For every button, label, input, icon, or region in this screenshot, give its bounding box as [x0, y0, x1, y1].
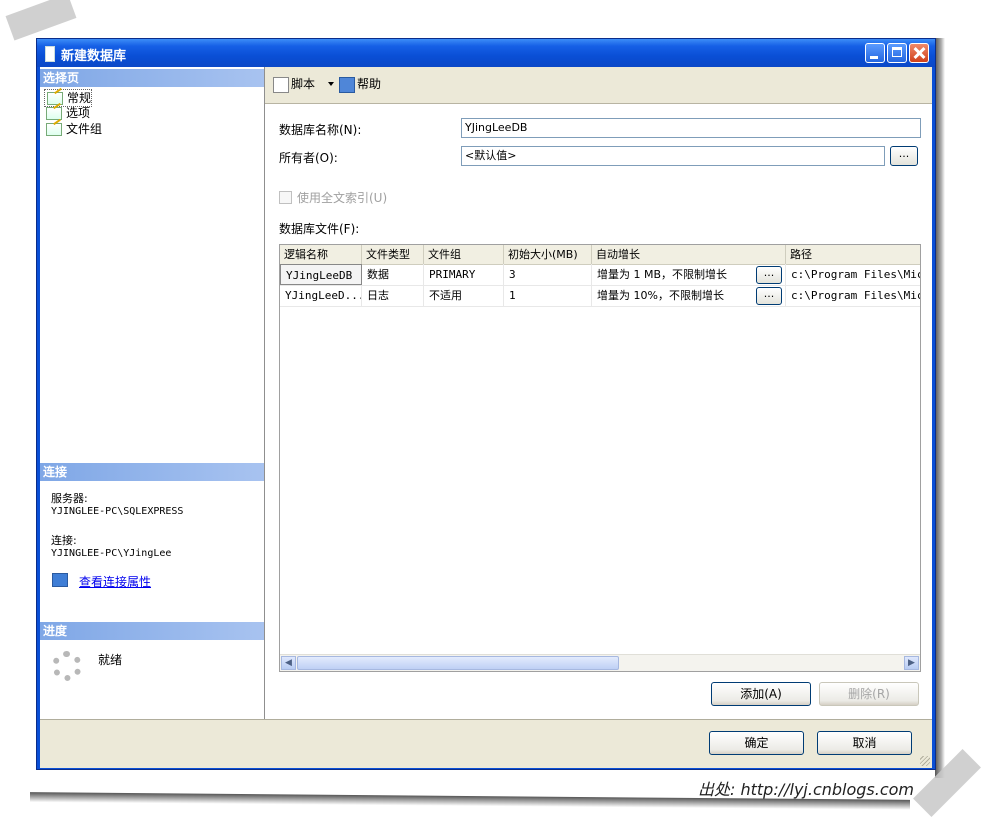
- title-bar[interactable]: 新建数据库: [37, 39, 935, 67]
- column-header-autogrowth[interactable]: 自动增长: [592, 245, 786, 264]
- connection-properties-icon: [52, 573, 68, 587]
- column-header-logical-name[interactable]: 逻辑名称: [280, 245, 362, 264]
- source-watermark: 出处: http://lyj.cnblogs.com: [698, 780, 915, 799]
- column-header-file-type[interactable]: 文件类型: [362, 245, 424, 264]
- page-label: 选项: [66, 106, 91, 120]
- database-files-grid[interactable]: 逻辑名称 文件类型 文件组 初始大小(MB) 自动增长 路径 YJingLeeD…: [279, 244, 921, 672]
- scroll-thumb[interactable]: [297, 656, 619, 670]
- progress-header: 进度: [40, 622, 264, 640]
- autogrowth-edit-button[interactable]: ...: [756, 287, 782, 305]
- column-header-filegroup[interactable]: 文件组: [424, 245, 504, 264]
- page-label: 常规: [67, 91, 92, 105]
- cell-path[interactable]: c:\Program Files\Micro: [786, 285, 920, 306]
- owner-input[interactable]: <默认值>: [461, 146, 885, 166]
- horizontal-scrollbar[interactable]: ◀ ▶: [280, 654, 920, 671]
- progress-status: 就绪: [98, 653, 123, 667]
- view-connection-properties-link[interactable]: 查看连接属性: [79, 573, 151, 590]
- chevron-down-icon[interactable]: [328, 82, 334, 86]
- close-button[interactable]: [909, 43, 929, 63]
- column-header-initial-size[interactable]: 初始大小(MB): [504, 245, 592, 264]
- dialog-footer: 确定 取消: [40, 719, 932, 768]
- cell-initial-size[interactable]: 1: [504, 285, 592, 306]
- owner-label: 所有者(O):: [279, 151, 338, 165]
- cell-logical-name[interactable]: YJingLeeDB: [280, 264, 362, 285]
- connection-label: 连接:: [51, 534, 77, 547]
- page-label: 文件组: [66, 122, 103, 136]
- page-icon: [46, 123, 62, 136]
- owner-browse-button[interactable]: ...: [890, 146, 918, 166]
- connection-value: YJINGLEE-PC\YJingLee: [51, 548, 172, 559]
- scroll-left-icon[interactable]: ◀: [281, 656, 296, 670]
- select-page-header: 选择页: [40, 69, 264, 87]
- page-icon: [47, 92, 63, 105]
- grid-header: 逻辑名称 文件类型 文件组 初始大小(MB) 自动增长 路径: [280, 245, 920, 265]
- dialog-client: 选择页 常规 选项 文件组 连接 服务器: YJINGLEE-PC\SQLEXP…: [40, 67, 932, 768]
- table-row[interactable]: YJingLeeD... 日志 不适用 1 增量为 10%，不限制增长 ... …: [280, 285, 920, 307]
- cell-logical-name[interactable]: YJingLeeD...: [280, 285, 362, 306]
- tape-decoration: [5, 0, 77, 41]
- server-label: 服务器:: [51, 492, 88, 505]
- general-page-panel: 数据库名称(N): YJingLeeDB 所有者(O): <默认值> ... 使…: [265, 104, 932, 719]
- autogrowth-edit-button[interactable]: ...: [756, 266, 782, 284]
- database-name-label: 数据库名称(N):: [279, 123, 362, 137]
- autogrowth-text: 增量为 10%，不限制增长: [597, 289, 724, 302]
- database-name-input[interactable]: YJingLeeDB: [461, 118, 921, 138]
- right-pane: 脚本 帮助 数据库名称(N): YJingLeeDB 所有者(O): <默认值>…: [265, 67, 932, 719]
- checkbox-icon: [279, 191, 292, 204]
- help-label: 帮助: [357, 77, 382, 91]
- minimize-button[interactable]: [865, 43, 885, 63]
- autogrowth-text: 增量为 1 MB，不限制增长: [597, 268, 728, 281]
- fulltext-index-label: 使用全文索引(U): [297, 191, 388, 205]
- help-button[interactable]: 帮助: [339, 75, 381, 93]
- new-database-dialog: 新建数据库 选择页 常规 选项 文件组 连接 服务器: YJINGLEE-PC\…: [36, 38, 936, 770]
- window-title: 新建数据库: [61, 49, 127, 64]
- connection-header: 连接: [40, 463, 264, 481]
- photo-shadow-right: [935, 38, 945, 778]
- cell-filegroup[interactable]: 不适用: [424, 285, 504, 306]
- cancel-button[interactable]: 取消: [817, 731, 912, 755]
- ok-button[interactable]: 确定: [709, 731, 804, 755]
- cell-file-type[interactable]: 日志: [362, 285, 424, 306]
- resize-grip-icon[interactable]: [920, 756, 930, 766]
- maximize-button[interactable]: [887, 43, 907, 63]
- scroll-right-icon[interactable]: ▶: [904, 656, 919, 670]
- remove-button[interactable]: 删除(R): [819, 682, 919, 706]
- window-icon: [45, 46, 55, 62]
- add-button[interactable]: 添加(A): [711, 682, 811, 706]
- cell-path[interactable]: c:\Program Files\Micro: [786, 264, 920, 285]
- table-row[interactable]: YJingLeeDB 数据 PRIMARY 3 增量为 1 MB，不限制增长 .…: [280, 264, 920, 286]
- script-button[interactable]: 脚本: [273, 75, 334, 93]
- script-label: 脚本: [291, 77, 316, 91]
- cell-filegroup[interactable]: PRIMARY: [424, 264, 504, 285]
- page-options[interactable]: 选项: [44, 105, 90, 121]
- toolbar: 脚本 帮助: [265, 67, 932, 104]
- column-header-path[interactable]: 路径: [786, 245, 920, 264]
- left-pane: 选择页 常规 选项 文件组 连接 服务器: YJINGLEE-PC\SQLEXP…: [40, 67, 265, 719]
- server-value: YJINGLEE-PC\SQLEXPRESS: [51, 506, 184, 517]
- database-files-label: 数据库文件(F):: [279, 222, 360, 236]
- fulltext-index-checkbox[interactable]: 使用全文索引(U): [279, 189, 387, 206]
- cell-initial-size[interactable]: 3: [504, 264, 592, 285]
- cell-file-type[interactable]: 数据: [362, 264, 424, 285]
- page-filegroups[interactable]: 文件组: [44, 121, 102, 137]
- help-icon: [339, 77, 355, 93]
- progress-spinner-icon: [52, 651, 82, 681]
- script-icon: [273, 77, 289, 93]
